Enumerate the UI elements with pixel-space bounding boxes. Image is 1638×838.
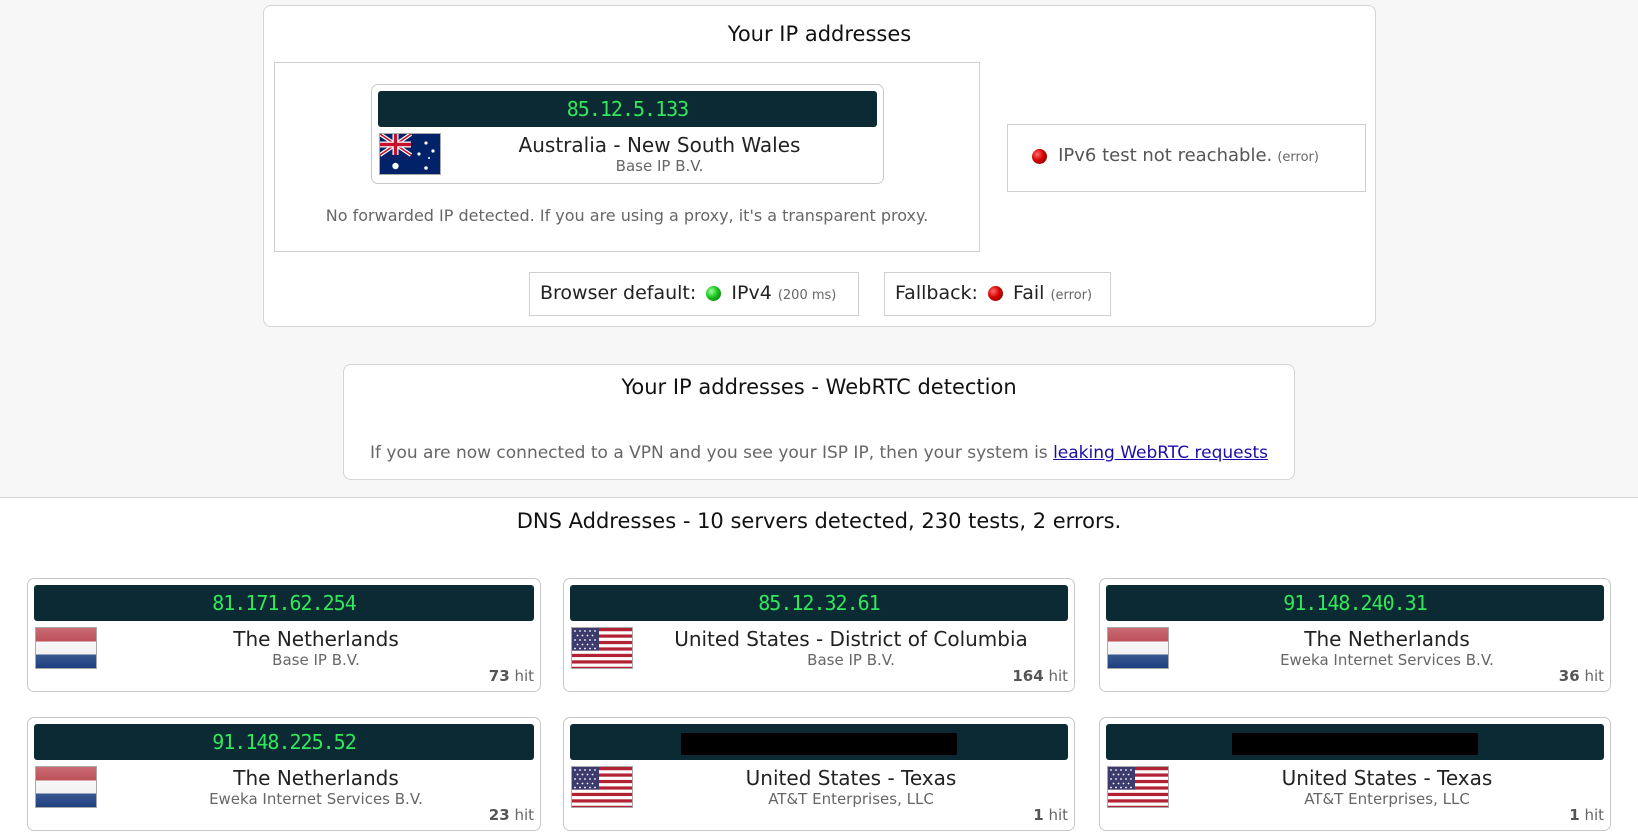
dns-hits: 73 [488, 667, 510, 685]
dns-location: United States - Texas [1281, 766, 1493, 790]
leaking-webrtc-link[interactable]: leaking WebRTC requests [1053, 443, 1268, 463]
dns-server-card: United States - Texas AT&T Enterprises, … [563, 717, 1075, 831]
fallback-status: Fallback: Fail (error) [884, 272, 1111, 316]
australia-flag-icon [379, 133, 441, 175]
ipv6-box: IPv6 test not reachable. (error) [1007, 124, 1366, 192]
ip-location: Australia - New South Wales [518, 133, 801, 157]
fallback-label: Fallback: [895, 282, 978, 304]
webrtc-note-text: If you are now connected to a VPN and yo… [370, 443, 1048, 463]
redaction-bar [681, 732, 957, 755]
usa-flag-icon [571, 766, 633, 808]
dns-hit-count: 1 hit [1569, 806, 1604, 824]
dns-server-card: 91.148.225.52 The Netherlands Eweka Inte… [27, 717, 541, 831]
browser-default-time: (200 ms) [777, 288, 837, 303]
ip-addresses-panel: Your IP addresses 85.12.5.133 Australia … [263, 5, 1376, 327]
usa-flag-icon [571, 627, 633, 669]
usa-flag-icon [1107, 766, 1169, 808]
hit-suffix: hit [514, 667, 534, 685]
dns-hit-count: 73 hit [489, 667, 534, 685]
dns-server-card: United States - Texas AT&T Enterprises, … [1099, 717, 1611, 831]
hit-suffix: hit [1048, 667, 1068, 685]
ipv4-card: 85.12.5.133 Australia - New South Wales … [371, 84, 884, 184]
netherlands-flag-icon [35, 627, 97, 669]
ok-status-icon [706, 286, 722, 301]
ip-panel-title: Your IP addresses [727, 22, 912, 46]
webrtc-note: If you are now connected to a VPN and yo… [344, 443, 1294, 463]
dns-section: DNS Addresses - 10 servers detected, 230… [0, 497, 1638, 838]
dns-hit-count: 164 hit [1012, 667, 1068, 685]
fallback-error-tag: (error) [1050, 288, 1093, 303]
fallback-value: Fail [1013, 282, 1045, 304]
dns-title: DNS Addresses - 10 servers detected, 230… [516, 509, 1122, 533]
dns-hit-count: 1 hit [1033, 806, 1068, 824]
dns-isp: Base IP B.V. [807, 651, 895, 669]
forwarded-note: No forwarded IP detected. If you are usi… [325, 206, 929, 225]
dns-isp: Base IP B.V. [272, 651, 360, 669]
ip-address: 85.12.5.133 [378, 91, 877, 127]
browser-default-status: Browser default: IPv4 (200 ms) [529, 272, 859, 316]
dns-hits: 1 [1569, 806, 1580, 824]
dns-ip-address-redacted [1106, 724, 1604, 760]
dns-location: United States - Texas [745, 766, 957, 790]
ipv6-message: IPv6 test not reachable. [1058, 145, 1273, 166]
dns-hits: 164 [1012, 667, 1044, 685]
error-status-icon [1032, 149, 1047, 164]
dns-isp: AT&T Enterprises, LLC [1304, 790, 1470, 808]
ip-isp: Base IP B.V. [615, 157, 704, 175]
hit-suffix: hit [1048, 806, 1068, 824]
browser-default-value: IPv4 [731, 282, 772, 304]
ipv6-error-tag: (error) [1277, 150, 1319, 165]
dns-location: The Netherlands [1304, 627, 1470, 651]
error-status-icon [988, 286, 1003, 301]
dns-ip-address: 81.171.62.254 [34, 585, 534, 621]
netherlands-flag-icon [1107, 627, 1169, 669]
dns-hits: 1 [1033, 806, 1044, 824]
webrtc-panel: Your IP addresses - WebRTC detection If … [343, 364, 1295, 480]
dns-hits: 36 [1558, 667, 1580, 685]
browser-default-label: Browser default: [540, 282, 697, 304]
dns-hit-count: 23 hit [489, 806, 534, 824]
hit-suffix: hit [1584, 806, 1604, 824]
dns-location: The Netherlands [233, 766, 399, 790]
dns-location: United States - District of Columbia [674, 627, 1028, 651]
dns-ip-address: 91.148.225.52 [34, 724, 534, 760]
dns-isp: Eweka Internet Services B.V. [209, 790, 423, 808]
dns-server-card: 81.171.62.254 The Netherlands Base IP B.… [27, 578, 541, 692]
dns-ip-address: 85.12.32.61 [570, 585, 1068, 621]
hit-suffix: hit [514, 806, 534, 824]
dns-ip-address: 91.148.240.31 [1106, 585, 1604, 621]
dns-server-card: 91.148.240.31 The Netherlands Eweka Inte… [1099, 578, 1611, 692]
dns-isp: AT&T Enterprises, LLC [768, 790, 934, 808]
netherlands-flag-icon [35, 766, 97, 808]
dns-isp: Eweka Internet Services B.V. [1280, 651, 1494, 669]
webrtc-panel-title: Your IP addresses - WebRTC detection [621, 375, 1017, 399]
dns-hits: 23 [488, 806, 510, 824]
dns-hit-count: 36 hit [1559, 667, 1604, 685]
dns-ip-address-redacted [570, 724, 1068, 760]
ipv4-box: 85.12.5.133 Australia - New South Wales … [274, 62, 980, 252]
redaction-bar [1232, 732, 1478, 755]
dns-location: The Netherlands [233, 627, 399, 651]
hit-suffix: hit [1584, 667, 1604, 685]
dns-server-card: 85.12.32.61 United States - District of … [563, 578, 1075, 692]
